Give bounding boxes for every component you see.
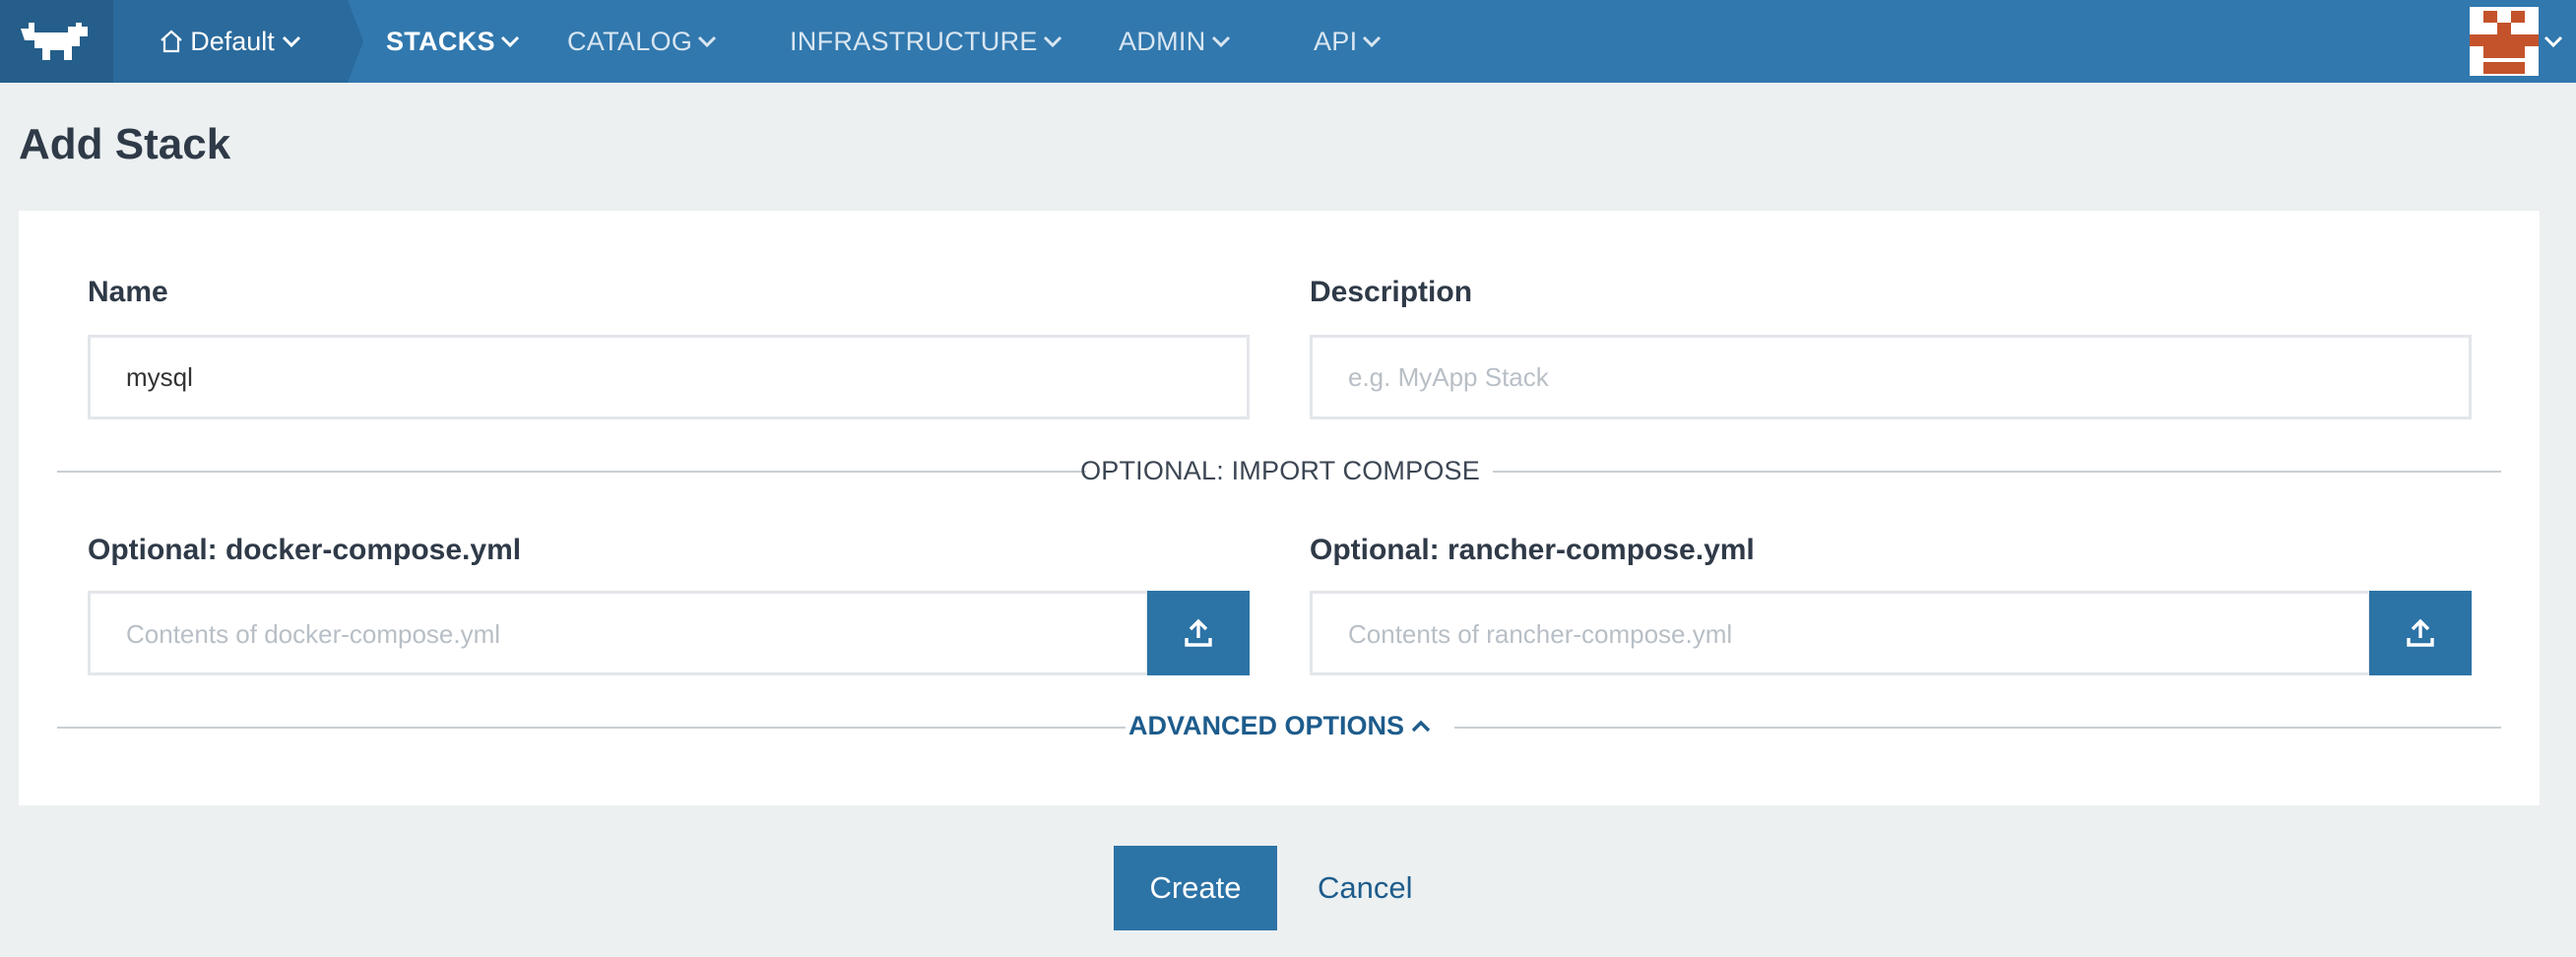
chevron-down-icon [282, 35, 300, 48]
nav-api-label: API [1314, 26, 1358, 56]
rancher-logo-icon [20, 23, 88, 60]
divider-line [57, 471, 1086, 473]
rancher-compose-input[interactable] [1310, 591, 2371, 675]
cancel-button[interactable]: Cancel [1318, 846, 1413, 930]
chevron-down-icon [500, 35, 519, 48]
rancher-compose-label: Optional: rancher-compose.yml [1310, 534, 1755, 566]
logo[interactable] [0, 0, 113, 83]
home-icon [161, 30, 182, 53]
advanced-options-label: ADVANCED OPTIONS [1127, 711, 1405, 740]
avatar [2470, 7, 2539, 76]
chevron-up-icon [1411, 720, 1431, 732]
add-stack-form: Name Description OPTIONAL: IMPORT COMPOS… [19, 211, 2540, 805]
rancher-compose-upload-button[interactable] [2369, 591, 2472, 675]
user-avatar-icon [2470, 7, 2539, 76]
nav-catalog[interactable]: CATALOG [567, 0, 718, 83]
page-title: Add Stack [19, 120, 231, 168]
description-input[interactable] [1310, 335, 2472, 419]
docker-compose-input[interactable] [88, 591, 1149, 675]
advanced-options-toggle[interactable]: ADVANCED OPTIONS [1128, 711, 1432, 741]
nav-stacks[interactable]: STACKS [386, 0, 521, 83]
nav-catalog-label: CATALOG [567, 26, 693, 56]
create-button[interactable]: Create [1114, 846, 1277, 930]
name-label: Name [88, 276, 168, 308]
user-menu[interactable] [2470, 0, 2576, 83]
divider-line [1493, 471, 2501, 473]
nav-infrastructure-label: INFRASTRUCTURE [790, 26, 1038, 56]
nav-api[interactable]: API [1314, 0, 1383, 83]
nav-infrastructure[interactable]: INFRASTRUCTURE [790, 0, 1063, 83]
chevron-down-icon [1211, 35, 1230, 48]
nav-admin[interactable]: ADMIN [1119, 0, 1232, 83]
chevron-down-icon [698, 35, 717, 48]
chevron-down-icon [1043, 35, 1062, 48]
chevron-down-icon [1363, 35, 1382, 48]
nav-stacks-label: STACKS [386, 26, 495, 56]
docker-compose-upload-button[interactable] [1147, 591, 1250, 675]
nav-admin-label: ADMIN [1119, 26, 1206, 56]
import-compose-heading: OPTIONAL: IMPORT COMPOSE [1080, 456, 1480, 485]
upload-icon [2407, 618, 2434, 647]
chevron-down-icon [2544, 35, 2563, 48]
name-input[interactable] [88, 335, 1250, 419]
top-navbar: Default STACKS CATALOG INFRASTRUCTURE AD… [0, 0, 2576, 83]
environment-switcher[interactable]: Default [113, 0, 363, 83]
environment-label: Default [190, 26, 275, 56]
description-label: Description [1310, 276, 1473, 308]
divider-line [1454, 727, 2501, 729]
upload-icon [1185, 618, 1212, 647]
docker-compose-label: Optional: docker-compose.yml [88, 534, 522, 566]
divider-line [57, 727, 1126, 729]
